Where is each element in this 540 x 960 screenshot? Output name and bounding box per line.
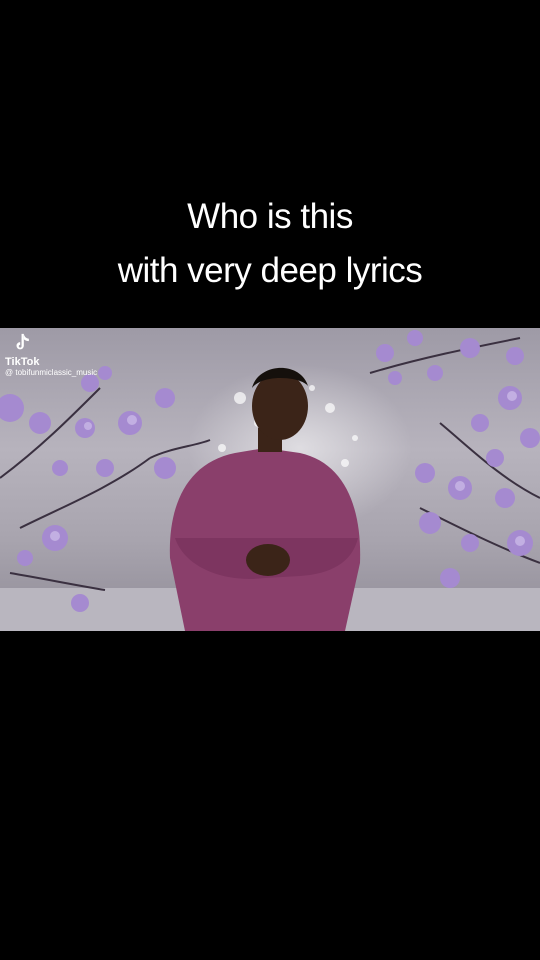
tiktok-watermark: TikTok @ tobifunmiclassic_music <box>5 332 97 377</box>
caption-text: Who is this with very deep lyrics <box>0 190 540 298</box>
tiktok-logo-icon <box>16 333 29 350</box>
watermark-handle: @ tobifunmiclassic_music <box>5 368 98 377</box>
caption-line-1: Who is this <box>187 197 353 236</box>
caption-line-2: with very deep lyrics <box>117 251 423 290</box>
watermark-brand: TikTok <box>5 356 40 368</box>
